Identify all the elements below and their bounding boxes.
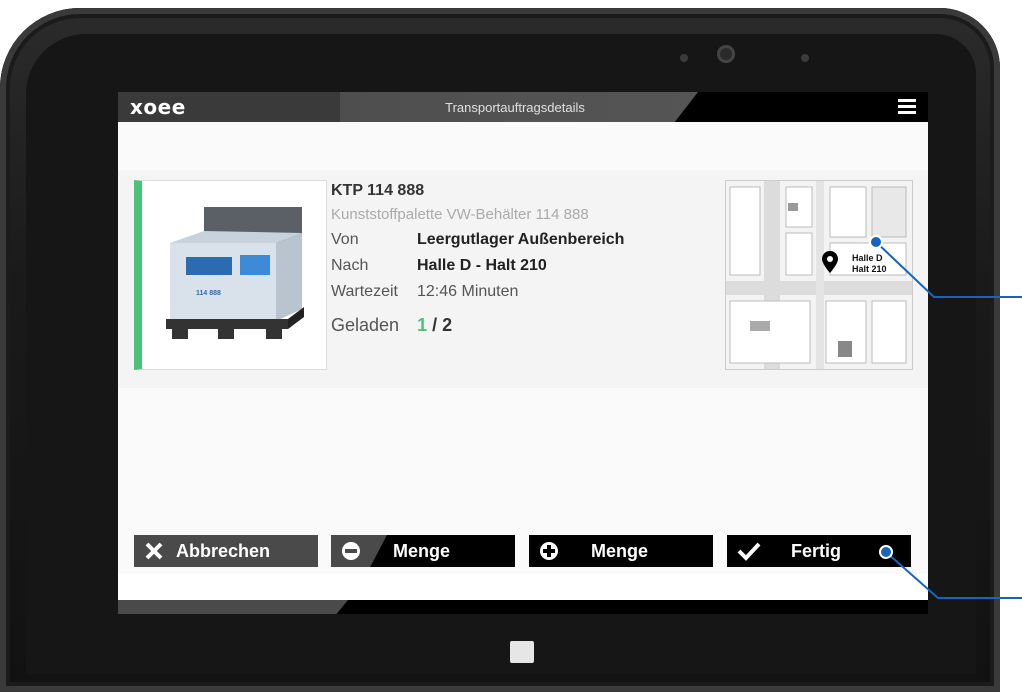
callout-annotations	[869, 235, 1022, 599]
